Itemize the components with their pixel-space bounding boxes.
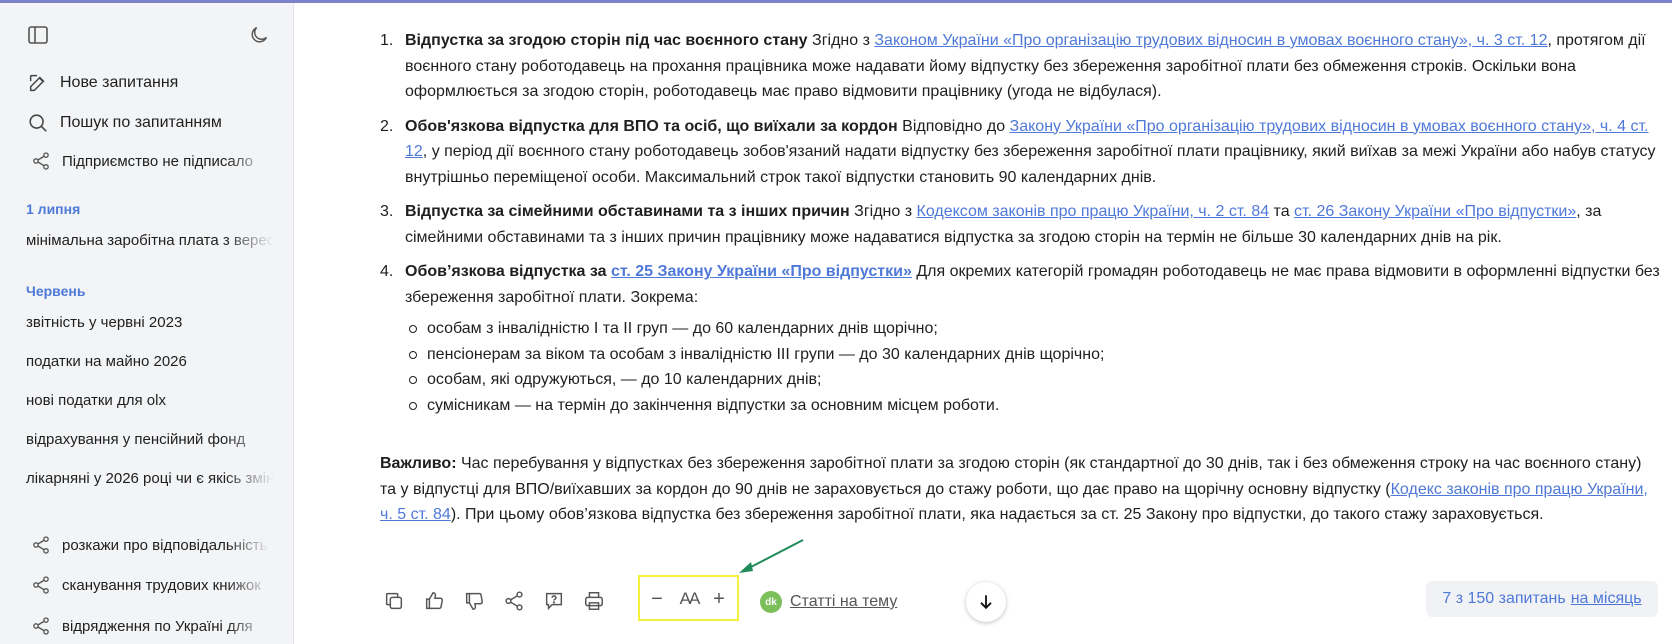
answer-list: 1. Відпустка за згодою сторін під час во… xyxy=(380,28,1660,418)
history-item[interactable]: нові податки для olx xyxy=(26,392,274,409)
history-item[interactable]: звітність у червні 2023 xyxy=(26,314,274,331)
question-bubble-icon xyxy=(545,592,563,611)
shared-chat-label: відрядження по Україні для xyxy=(62,617,253,635)
new-question-button[interactable]: Нове запитання xyxy=(26,69,178,97)
section-label-june: Червень xyxy=(26,283,86,299)
font-decrease-button[interactable]: − xyxy=(648,587,666,611)
answer-point: 1. Відпустка за згодою сторін під час во… xyxy=(380,28,1660,105)
law-link[interactable]: Законом України «Про організацію трудови… xyxy=(874,32,1547,49)
question-quota: 7 з 150 запитань на місяць xyxy=(1426,581,1658,617)
printer-icon xyxy=(585,592,603,610)
edit-icon xyxy=(26,71,50,95)
dk-logo-icon: dk xyxy=(760,591,782,613)
category-item: сумісникам — на термін до закінчення від… xyxy=(407,393,1660,419)
annotation-arrow-icon xyxy=(739,539,804,573)
share-button[interactable] xyxy=(500,587,528,615)
share-icon xyxy=(505,591,523,611)
important-text: ). При цьому обов’язкова відпустка без з… xyxy=(450,506,1544,523)
category-item: особам з інвалідністю I та II груп — до … xyxy=(407,316,1660,342)
shared-chat-label: Підприємство не підписало xyxy=(62,152,253,170)
category-list: особам з інвалідністю I та II груп — до … xyxy=(407,316,1660,418)
history-item[interactable]: мінімальна заробітна плата з вересня xyxy=(26,232,274,249)
law-link[interactable]: Кодексом законів про працю України, ч. 2… xyxy=(917,203,1270,220)
important-note: Важливо: Час перебування у відпустках бе… xyxy=(380,451,1660,528)
like-button[interactable] xyxy=(420,587,448,615)
quota-period-link[interactable]: на місяць xyxy=(1571,590,1642,608)
copy-icon xyxy=(385,592,403,610)
important-label: Важливо: xyxy=(380,455,457,472)
shared-chat-item[interactable]: розкажи про відповідальність xyxy=(30,533,270,557)
history-item[interactable]: відрахування у пенсійний фонд xyxy=(26,431,274,448)
point-title: Відпустка за сімейними обставинами та з … xyxy=(405,203,850,220)
category-item: пенсіонерам за віком та особам з інвалід… xyxy=(407,342,1660,368)
category-item: особам, які одружуються, — до 10 календа… xyxy=(407,367,1660,393)
category-text: особам, які одружуються, — до 10 календа… xyxy=(427,371,822,388)
point-text: Згідно з xyxy=(807,32,875,49)
point-title: Відпустка за згодою сторін під час воєнн… xyxy=(405,32,808,49)
point-number: 1. xyxy=(380,32,394,49)
share-icon xyxy=(30,534,52,556)
new-question-label: Нове запитання xyxy=(60,74,179,91)
law-link[interactable]: ст. 26 Закону України «Про відпустки» xyxy=(1294,203,1576,220)
point-text: Згідно з xyxy=(849,203,917,220)
dark-mode-moon-icon[interactable] xyxy=(247,23,271,47)
point-title: Обов'язкова відпустка для ВПО та осіб, щ… xyxy=(405,117,898,135)
share-icon xyxy=(30,574,52,596)
law-link[interactable]: ст. 25 Закону України «Про відпустки» xyxy=(611,263,912,280)
shared-chat-item[interactable]: Підприємство не підписало xyxy=(30,149,270,173)
search-questions-label: Пошук по запитанням xyxy=(60,114,222,131)
font-increase-button[interactable]: + xyxy=(710,587,728,611)
history-item[interactable]: податки на майно 2026 xyxy=(26,353,274,370)
search-icon xyxy=(26,111,50,135)
dislike-button[interactable] xyxy=(460,587,488,615)
category-text: особам з інвалідністю I та II груп — до … xyxy=(427,320,938,337)
search-questions-button[interactable]: Пошук по запитанням xyxy=(26,109,222,137)
shared-chat-label: сканування трудових книжок xyxy=(62,576,261,594)
shared-chat-item[interactable]: сканування трудових книжок xyxy=(30,573,270,597)
arrow-down-icon xyxy=(980,595,992,610)
answer-point: 4. Обов’язкова відпустка за ст. 25 Закон… xyxy=(380,259,1660,418)
related-articles-link[interactable]: dk Статті на тему xyxy=(760,590,897,614)
section-label-july: 1 липня xyxy=(26,201,81,217)
sidebar: Нове запитання Пошук по запитанням Підпр… xyxy=(0,3,294,644)
point-title: Обов’язкова відпустка за xyxy=(405,263,611,280)
category-text: сумісникам — на термін до закінчення від… xyxy=(427,396,1000,414)
point-text: Відповідно до xyxy=(897,117,1010,135)
share-icon xyxy=(30,615,52,637)
related-articles-label: Статті на тему xyxy=(790,593,898,610)
category-text: пенсіонерам за віком та особам з інвалід… xyxy=(427,345,1105,363)
answer-point: 3. Відпустка за сімейними обставинами та… xyxy=(380,199,1660,250)
copy-button[interactable] xyxy=(380,587,408,615)
sidebar-toggle-icon[interactable] xyxy=(26,23,50,47)
font-size-icon: AA xyxy=(679,589,701,608)
thumbs-down-icon xyxy=(465,592,483,610)
shared-chat-label: розкажи про відповідальність xyxy=(62,536,268,554)
ask-clarification-button[interactable] xyxy=(540,587,568,615)
print-button[interactable] xyxy=(580,587,608,615)
scroll-down-button[interactable] xyxy=(966,582,1006,622)
answer-content: 1. Відпустка за згодою сторін під час во… xyxy=(380,28,1660,427)
answer-point: 2. Обов'язкова відпустка для ВПО та осіб… xyxy=(380,114,1660,191)
share-icon xyxy=(30,150,52,172)
thumbs-up-icon xyxy=(425,592,443,610)
point-number: 3. xyxy=(380,203,394,220)
point-text: , у період дії воєнного стану роботодаве… xyxy=(405,143,1656,186)
font-size-control: − AA + xyxy=(638,575,739,621)
history-item[interactable]: лікарняні у 2026 році чи є якісь зміни xyxy=(26,470,274,487)
point-number: 2. xyxy=(380,117,394,135)
shared-chat-item[interactable]: відрядження по Україні для xyxy=(30,614,270,638)
point-number: 4. xyxy=(380,263,394,280)
point-text: та xyxy=(1269,203,1295,220)
sidebar-top xyxy=(26,23,271,49)
quota-count: 7 з 150 запитань xyxy=(1442,590,1566,607)
